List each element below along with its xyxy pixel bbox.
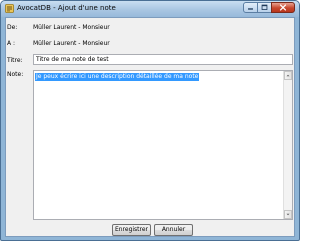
minimize-button[interactable]	[243, 2, 258, 13]
note-label: Note:	[7, 71, 24, 78]
de-label: De:	[7, 24, 18, 31]
a-value: Müller Laurent - Monsieur	[33, 40, 110, 47]
note-textarea[interactable]: Je peux écrire ici une description détai…	[33, 70, 293, 220]
dialog-window: AvocatDB - Ajout d'une note De: Müller L…	[0, 0, 300, 241]
save-button[interactable]: Enregistrer	[112, 224, 151, 236]
title-bar[interactable]: AvocatDB - Ajout d'une note	[1, 1, 299, 17]
a-label: A :	[7, 40, 16, 47]
titre-input[interactable]: Titre de ma note de test	[33, 54, 293, 65]
note-scrollbar[interactable]	[283, 71, 292, 219]
scroll-up-arrow-icon	[286, 74, 290, 77]
close-button[interactable]	[271, 2, 295, 13]
note-selected-text: Je peux écrire ici une description détai…	[35, 73, 200, 81]
minimize-icon	[248, 8, 253, 10]
scroll-up-button[interactable]	[284, 71, 292, 80]
dialog-body: De: Müller Laurent - Monsieur A : Müller…	[5, 17, 295, 237]
maximize-button[interactable]	[257, 2, 272, 13]
cancel-button[interactable]: Annuler	[154, 224, 193, 236]
close-icon	[279, 4, 287, 11]
titre-input-value: Titre de ma note de test	[36, 56, 109, 63]
window-title: AvocatDB - Ajout d'une note	[17, 4, 116, 12]
app-form-icon	[5, 4, 14, 13]
scroll-down-button[interactable]	[284, 210, 292, 219]
de-value: Müller Laurent - Monsieur	[33, 24, 110, 31]
scroll-down-arrow-icon	[286, 213, 290, 216]
titre-label: Titre:	[7, 57, 23, 64]
window-controls	[243, 2, 295, 14]
maximize-icon	[261, 4, 268, 10]
